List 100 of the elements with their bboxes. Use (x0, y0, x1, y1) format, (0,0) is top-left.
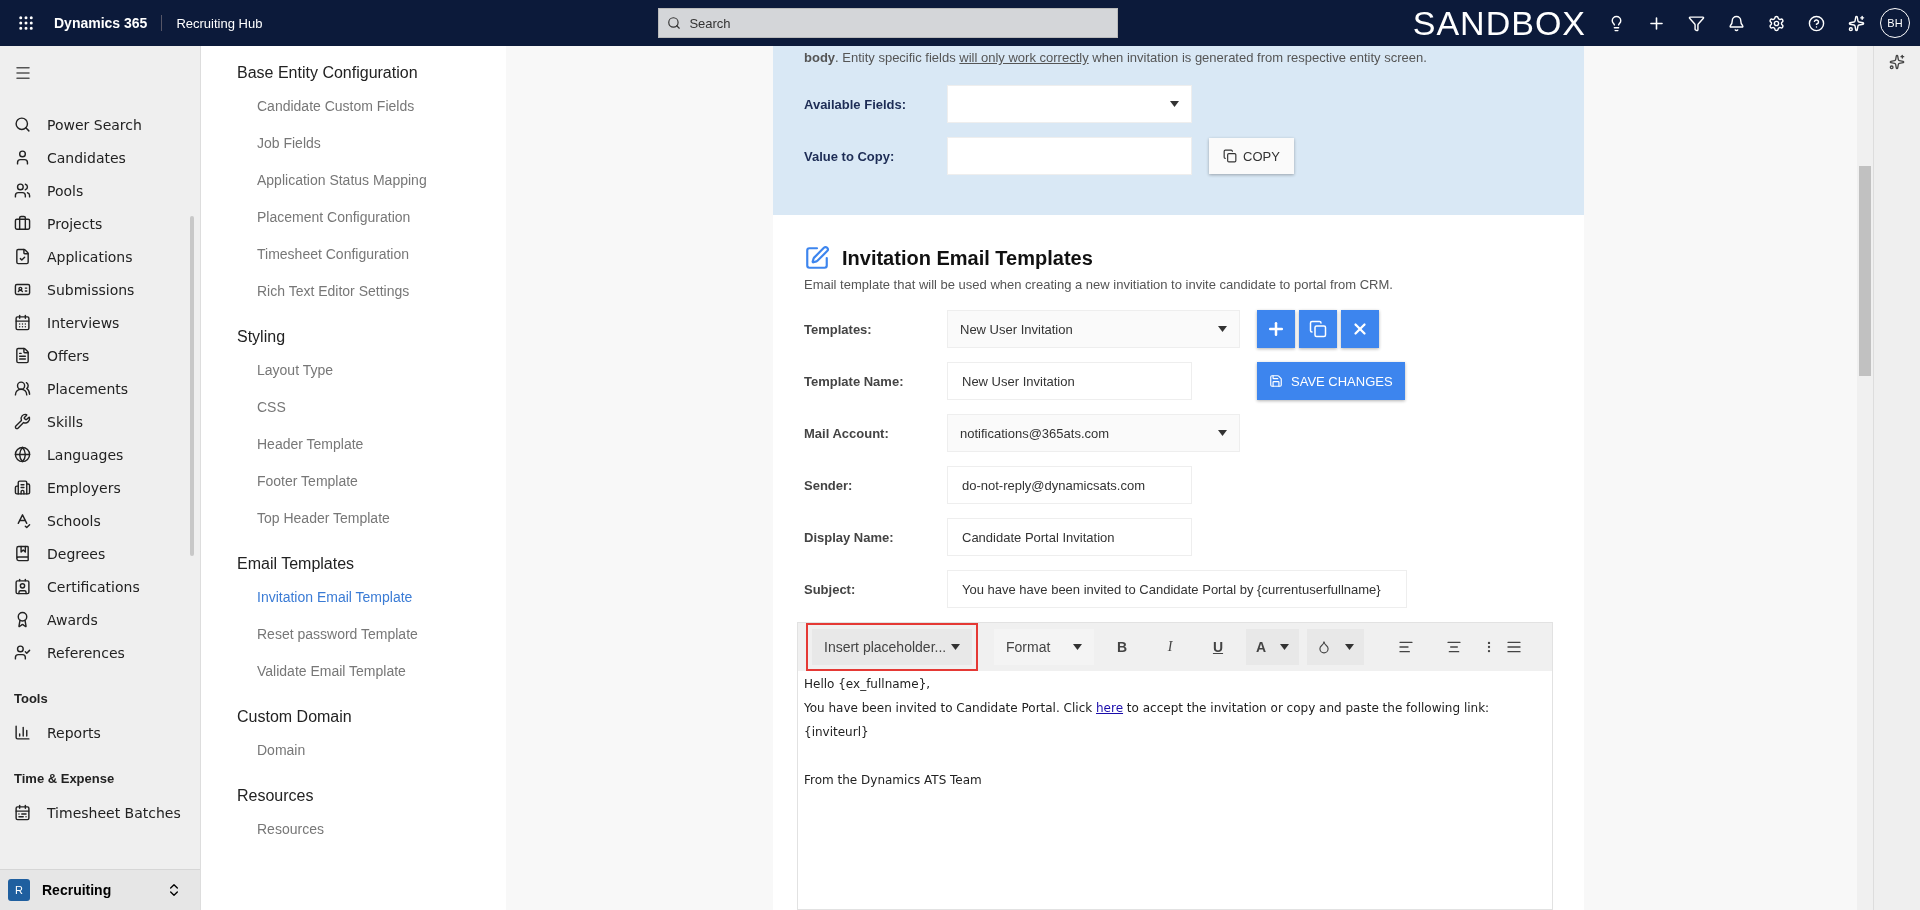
menu-heading: Custom Domain (237, 708, 353, 726)
nav-item[interactable]: Awards (0, 603, 200, 636)
app-name[interactable]: Dynamics 365 (54, 15, 163, 31)
nav-item[interactable]: Submissions (0, 273, 200, 306)
here-link[interactable]: here (1096, 701, 1124, 715)
menu-link[interactable]: Timesheet Configuration (237, 244, 409, 281)
select-field[interactable]: notifications@365ats.com (947, 414, 1240, 452)
globe-icon (14, 446, 31, 463)
checked-file-icon (14, 248, 31, 265)
menu-link[interactable]: Invitation Email Template (237, 587, 413, 624)
field-label: Sender: (804, 477, 854, 493)
section-description: Email template that will be used when creating a new invitiation to invite candidate to portal from CRM. (804, 277, 1394, 292)
menu-link[interactable]: Resources (237, 819, 324, 856)
menu-heading: Styling (237, 328, 287, 346)
id-card-icon (14, 281, 31, 298)
value-input[interactable] (947, 137, 1192, 175)
add-button[interactable] (1257, 310, 1295, 348)
input-field[interactable]: You have have been invited to Candidate Portal by {currentuserfullname} (947, 570, 1407, 608)
invitation-text: You have been invited to Candidate Portal. Click here to accept the invitation or copy and paste the following link: (804, 701, 1491, 715)
nav-item[interactable]: Languages (0, 438, 200, 471)
book-icon (14, 545, 31, 562)
nav-item[interactable]: Offers (0, 339, 200, 372)
nav-group-title: Tools (13, 690, 49, 708)
caret-icon (1218, 326, 1227, 332)
menu-link[interactable]: CSS (237, 397, 286, 434)
menu-link[interactable]: Rich Text Editor Settings (237, 281, 410, 318)
caret-icon (951, 644, 960, 650)
nav-item[interactable]: Placements (0, 372, 200, 405)
select-field[interactable]: New User Invitation (947, 310, 1240, 348)
nav-item[interactable]: Degrees (0, 537, 200, 570)
input-field[interactable]: Candidate Portal Invitation (947, 518, 1192, 556)
nav-item[interactable]: Skills (0, 405, 200, 438)
scrollbar[interactable] (190, 216, 194, 556)
nav-item[interactable]: Projects (0, 207, 200, 240)
menu-link[interactable]: Footer Template (237, 471, 358, 508)
nav-item[interactable]: Certifications (0, 570, 200, 603)
person-check-icon (14, 644, 31, 661)
duplicate-button[interactable] (1299, 310, 1337, 348)
menu-link[interactable]: Domain (237, 740, 306, 777)
search-field[interactable]: Search (658, 8, 1119, 38)
italic-button[interactable]: I (1150, 629, 1190, 665)
sparkle-icon[interactable] (1889, 54, 1905, 70)
menu-link[interactable]: Header Template (237, 434, 364, 471)
available-fields-select[interactable] (947, 85, 1192, 123)
save-changes-button[interactable]: SAVE CHANGES (1257, 362, 1405, 400)
menu-link[interactable]: Candidate Custom Fields (237, 96, 415, 133)
delete-button[interactable] (1341, 310, 1379, 348)
wrench-icon (14, 413, 31, 430)
area-badge: R (8, 879, 30, 901)
calendar-icon (14, 314, 31, 331)
align-left-icon (1398, 639, 1415, 655)
menu-link[interactable]: Reset password Template (237, 624, 418, 661)
menu-link[interactable]: Top Header Template (237, 508, 390, 545)
nav-item[interactable]: Candidates (0, 141, 200, 174)
menu-link[interactable]: Application Status Mapping (237, 170, 427, 207)
highlight-color-button[interactable] (1307, 629, 1365, 665)
nav-item[interactable]: Interviews (0, 306, 200, 339)
bold-button[interactable]: B (1102, 629, 1142, 665)
menu-heading: Base Entity Configuration (237, 64, 419, 82)
invite-url-placeholder: {inviteurl} (804, 725, 870, 739)
menu-link[interactable]: Validate Email Template (237, 661, 406, 698)
close-icon (1351, 320, 1369, 338)
menu-link[interactable]: Layout Type (237, 360, 334, 397)
menu-link[interactable]: Placement Configuration (237, 207, 411, 244)
font-color-button[interactable]: A (1246, 629, 1300, 665)
input-field[interactable]: do-not-reply@dynamicsats.com (947, 466, 1192, 504)
nav-item[interactable]: Pools (0, 174, 200, 207)
note-link[interactable]: will only work correctly (959, 50, 1089, 65)
nav-item[interactable]: Timesheet Batches (0, 796, 200, 829)
nav-item[interactable]: Reports (0, 716, 200, 749)
input-field[interactable]: New User Invitation (947, 362, 1192, 400)
caret-icon (1345, 644, 1355, 650)
nav-item[interactable]: Schools (0, 504, 200, 537)
search-input[interactable]: Search (687, 14, 1110, 32)
underline-button[interactable]: U (1198, 629, 1238, 665)
briefcase-icon (14, 215, 31, 232)
field-label: Available Fields: (804, 96, 908, 112)
edit-icon (804, 245, 830, 271)
field-label: Templates: (804, 321, 873, 337)
caret-icon (1218, 430, 1227, 436)
justify-icon (1506, 639, 1523, 655)
bar-chart-icon (14, 724, 31, 741)
copy-button[interactable]: COPY (1209, 138, 1294, 174)
nav-item[interactable]: Applications (0, 240, 200, 273)
format-dropdown[interactable]: Format (994, 629, 1094, 665)
caret-icon (1073, 644, 1082, 650)
nav-item[interactable]: Power Search (0, 108, 200, 141)
calendar-icon (14, 804, 31, 821)
editor-content[interactable]: Hello {ex_fullname}, You have been invited to Candidate Portal. Click here to accept the invitation or copy and paste the following link: {inviteurl} From the Dynamics ATS Team (798, 671, 1552, 803)
area-switcher[interactable]: R Recruiting (0, 869, 200, 910)
nav-item[interactable]: References (0, 636, 200, 669)
nav-group-title: Time & Expense (13, 770, 116, 788)
nav-item[interactable]: Employers (0, 471, 200, 504)
menu-link[interactable]: Job Fields (237, 133, 321, 170)
section-title: Invitation Email Templates (842, 246, 1093, 270)
field-label: Template Name: (804, 373, 905, 389)
signoff-text: From the Dynamics ATS Team (804, 773, 983, 787)
scrollbar[interactable] (1857, 46, 1873, 910)
insert-placeholder-dropdown[interactable]: Insert placeholder... (812, 629, 972, 665)
copy-icon (1309, 320, 1327, 338)
